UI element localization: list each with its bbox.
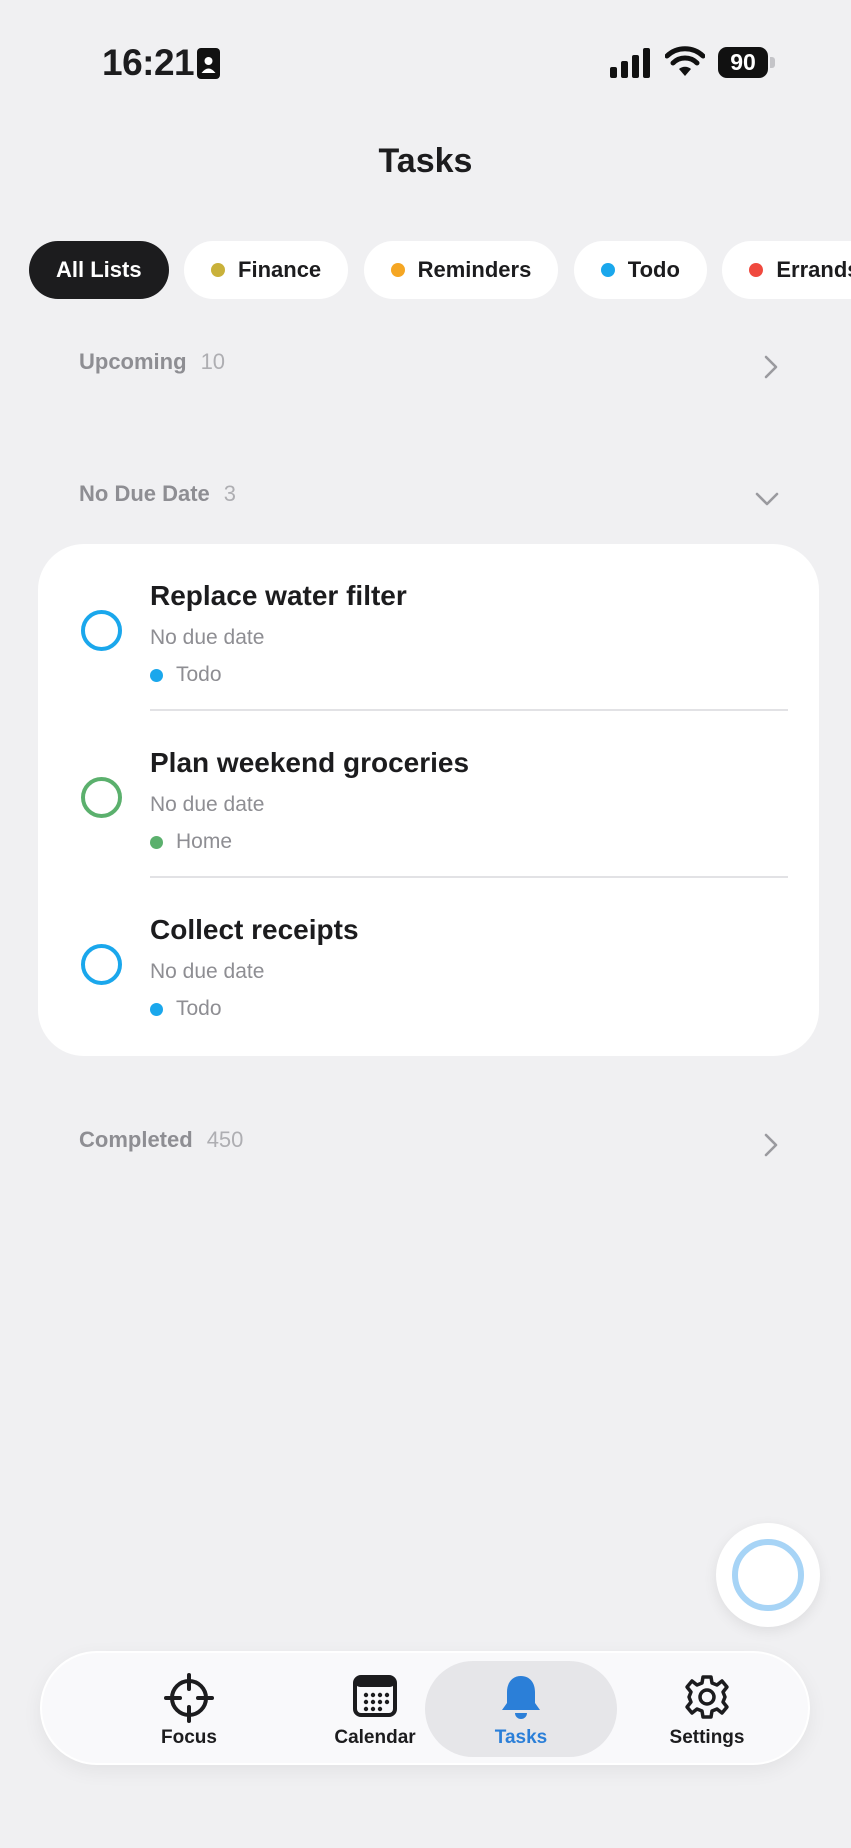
filter-chip-todo[interactable]: Todo	[573, 241, 707, 299]
reminders-color-dot	[390, 263, 405, 277]
tab-focus[interactable]: Focus	[99, 1653, 279, 1763]
tab-label: Settings	[669, 1727, 745, 1748]
bell-icon	[502, 1676, 540, 1719]
filter-chip-label: Todo	[627, 257, 680, 282]
gear-icon	[685, 1675, 729, 1719]
task-list-name: Home	[176, 830, 233, 853]
task-card: Replace water filter No due date Todo Pl…	[38, 544, 819, 1056]
chevron-right-icon	[764, 355, 778, 379]
section-count: 3	[223, 481, 237, 506]
tab-settings[interactable]: Settings	[617, 1653, 797, 1763]
task-due-date: No due date	[150, 793, 265, 816]
section-count: 10	[200, 349, 226, 374]
filter-chip-reminders[interactable]: Reminders	[363, 241, 559, 299]
task-complete-checkbox[interactable]	[81, 944, 122, 985]
task-complete-checkbox[interactable]	[81, 777, 122, 818]
chevron-down-icon	[755, 492, 779, 506]
tab-label: Focus	[161, 1727, 217, 1748]
status-bar: 16:21 90	[0, 0, 851, 120]
task-title: Plan weekend groceries	[150, 747, 470, 778]
filter-chip-label: Reminders	[417, 257, 532, 282]
errands-color-dot	[749, 263, 764, 277]
finance-color-dot	[211, 263, 226, 277]
task-complete-checkbox[interactable]	[81, 610, 122, 651]
list-color-dot	[150, 668, 163, 682]
crosshair-icon	[164, 1673, 214, 1723]
section-count: 450	[206, 1127, 244, 1152]
cellular-signal-icon	[610, 48, 650, 78]
task-due-date: No due date	[150, 960, 265, 983]
task-row[interactable]: Plan weekend groceries No due date Home	[38, 711, 819, 878]
list-filter-bar: All Lists Finance Reminders Todo Errands	[29, 241, 851, 299]
filter-chip-label: Finance	[238, 257, 322, 282]
chevron-right-icon	[764, 1133, 778, 1157]
task-due-date: No due date	[150, 626, 265, 649]
section-upcoming[interactable]: Upcoming 10	[79, 349, 779, 389]
battery-cap	[770, 57, 775, 68]
task-row[interactable]: Replace water filter No due date Todo	[38, 544, 819, 711]
filter-chip-errands[interactable]: Errands	[722, 241, 851, 299]
list-color-dot	[150, 1002, 163, 1016]
tab-tasks[interactable]: Tasks	[425, 1661, 617, 1757]
section-label: Upcoming	[79, 349, 187, 374]
filter-chip-all-lists[interactable]: All Lists	[29, 241, 169, 299]
contact-card-icon	[197, 48, 220, 79]
wifi-icon	[665, 46, 705, 76]
filter-chip-label: Errands	[776, 257, 851, 282]
section-label: Completed	[79, 1127, 193, 1152]
add-ring-icon	[732, 1539, 804, 1611]
list-color-dot	[150, 835, 163, 849]
task-list-tag: Home	[150, 830, 232, 854]
section-label: No Due Date	[79, 481, 210, 506]
filter-chip-label: All Lists	[56, 257, 142, 282]
bottom-tab-bar: Focus Calendar Tasks Settings	[40, 1651, 810, 1765]
battery-level: 90	[718, 47, 768, 78]
todo-color-dot	[600, 263, 615, 277]
filter-chip-finance[interactable]: Finance	[184, 241, 349, 299]
battery-indicator: 90	[718, 47, 775, 78]
task-list-tag: Todo	[150, 663, 222, 687]
page-title: Tasks	[378, 142, 473, 180]
task-row[interactable]: Collect receipts No due date Todo	[38, 878, 819, 1045]
status-time: 16:21	[102, 42, 195, 83]
task-list-name: Todo	[176, 663, 222, 686]
section-no-due-date[interactable]: No Due Date 3	[79, 481, 779, 521]
tab-label: Tasks	[494, 1727, 548, 1748]
calendar-icon	[353, 1675, 397, 1717]
task-title: Replace water filter	[150, 580, 407, 611]
task-title: Collect receipts	[150, 914, 359, 945]
task-list-tag: Todo	[150, 997, 222, 1021]
task-list-name: Todo	[176, 997, 222, 1020]
add-task-button[interactable]	[716, 1523, 820, 1627]
section-completed[interactable]: Completed 450	[79, 1127, 779, 1167]
